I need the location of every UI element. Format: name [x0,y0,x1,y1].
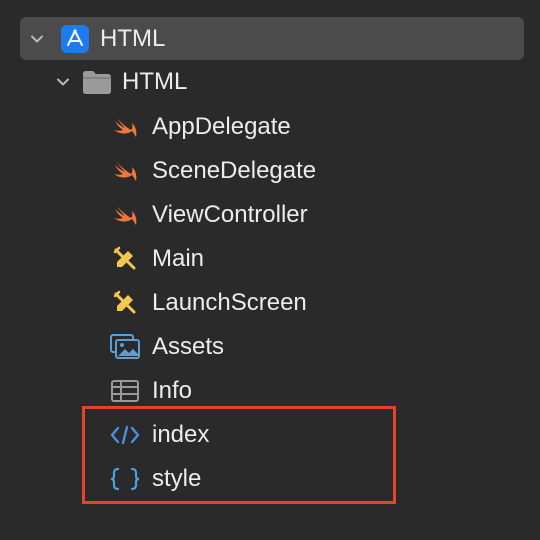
swift-icon [108,110,142,144]
file-label: SceneDelegate [152,157,317,184]
file-row-launchscreen[interactable]: LaunchScreen [108,281,307,325]
file-row-style[interactable]: style [108,457,201,501]
file-label: index [152,421,210,448]
file-label: Main [152,245,205,272]
swift-icon [108,198,142,232]
project-row[interactable]: HTML [20,17,524,60]
storyboard-icon [108,242,142,276]
file-row-main[interactable]: Main [108,237,204,281]
file-label: LaunchScreen [152,289,307,316]
group-name: HTML [122,68,188,95]
chevron-down-icon[interactable] [52,71,74,93]
group-row[interactable]: HTML [52,60,187,104]
file-row-scenedelegate[interactable]: SceneDelegate [108,149,316,193]
file-label: ViewController [152,201,308,228]
storyboard-icon [108,286,142,320]
file-row-appdelegate[interactable]: AppDelegate [108,105,291,149]
swift-icon [108,154,142,188]
file-label: AppDelegate [152,113,291,140]
xcode-project-icon [58,22,92,56]
project-name: HTML [100,24,166,52]
folder-icon [80,65,114,99]
html-code-icon [108,418,142,452]
project-navigator: HTML HTML AppDelegate SceneDelegate View [0,0,540,540]
file-row-index[interactable]: index [108,413,209,457]
file-row-info[interactable]: Info [108,369,192,413]
file-row-viewcontroller[interactable]: ViewController [108,193,308,237]
file-label: Info [152,377,193,404]
chevron-down-icon[interactable] [26,28,48,50]
file-label: style [152,465,202,492]
file-row-assets[interactable]: Assets [108,325,224,369]
css-braces-icon [108,462,142,496]
plist-table-icon [108,374,142,408]
file-label: Assets [152,333,225,360]
asset-catalog-icon [108,330,142,364]
